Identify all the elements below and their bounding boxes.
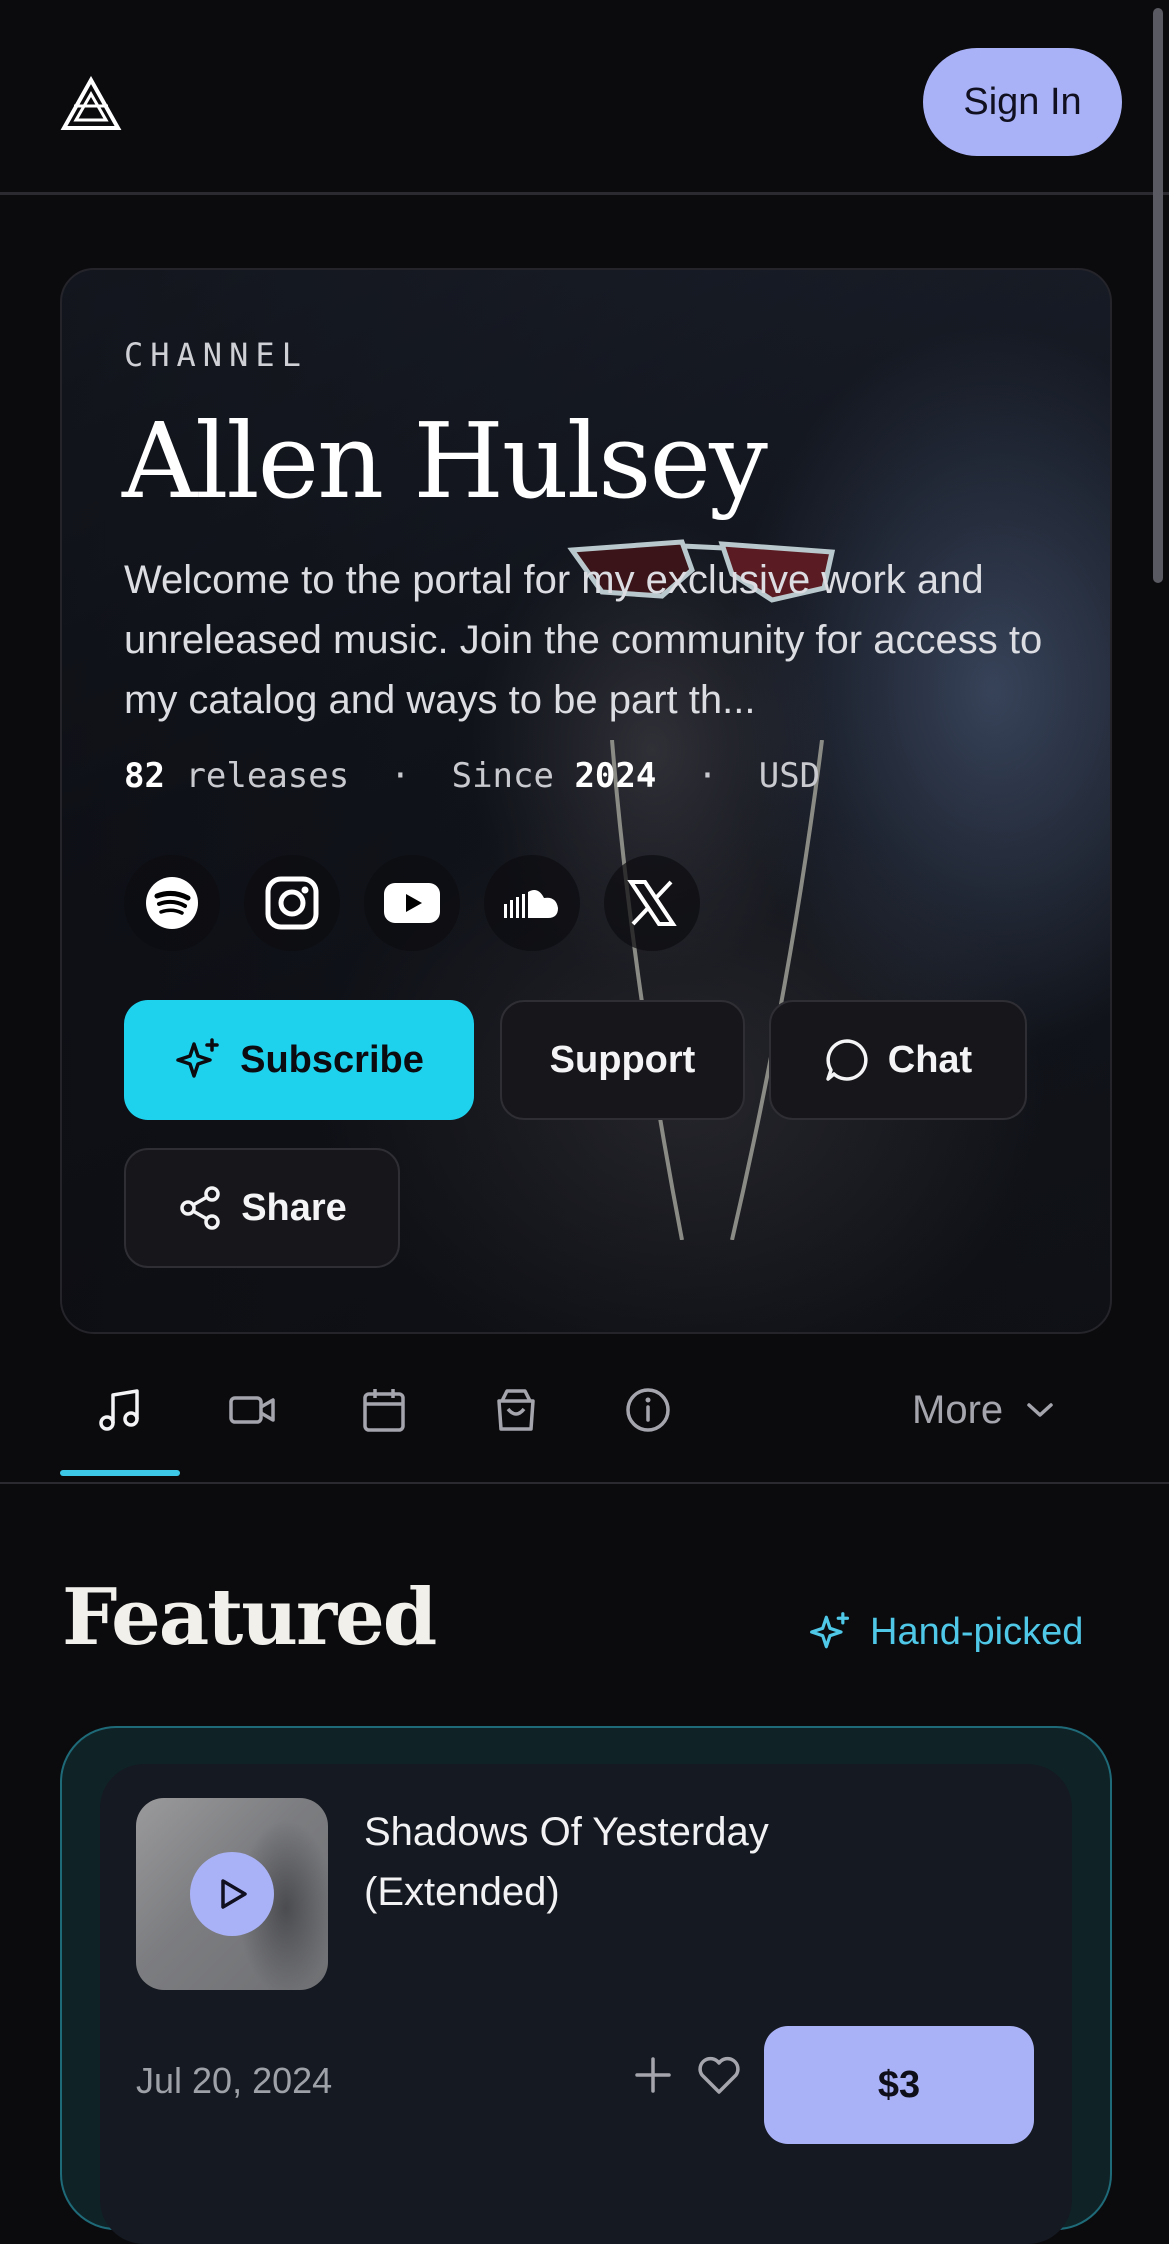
currency-label: USD (758, 756, 821, 796)
social-links (124, 855, 700, 951)
featured-card: Shadows Of Yesterday (Extended) Jul 20, … (60, 1726, 1112, 2244)
music-icon (99, 1389, 139, 1431)
chat-bubble-icon (826, 1039, 868, 1081)
tab-about[interactable] (618, 1380, 678, 1440)
hand-picked-badge: Hand-picked (808, 1610, 1083, 1654)
track-artwork (136, 1798, 328, 1990)
meta-separator: · (390, 756, 411, 796)
meta-separator: · (697, 756, 718, 796)
subscribe-label: Subscribe (240, 1038, 424, 1081)
tab-music[interactable] (90, 1380, 150, 1440)
subscribe-button[interactable]: Subscribe (124, 1000, 474, 1120)
instagram-icon (265, 876, 319, 930)
calendar-icon (363, 1389, 405, 1432)
top-bar: Sign In (0, 0, 1169, 195)
spotify-link[interactable] (124, 855, 220, 951)
track-title[interactable]: Shadows Of Yesterday (Extended) (364, 1802, 924, 1922)
featured-track-card[interactable]: Shadows Of Yesterday (Extended) Jul 20, … (100, 1764, 1072, 2244)
channel-hero-card: CHANNEL Allen Hulsey Welcome to the port… (60, 268, 1112, 1334)
sign-in-button[interactable]: Sign In (923, 48, 1122, 156)
releases-count: 82 (124, 756, 165, 796)
buy-price-button[interactable]: $3 (764, 2026, 1034, 2144)
share-label: Share (241, 1186, 347, 1229)
soundcloud-link[interactable] (484, 855, 580, 951)
youtube-link[interactable] (364, 855, 460, 951)
chat-button[interactable]: Chat (769, 1000, 1027, 1120)
share-button[interactable]: Share (124, 1148, 400, 1268)
chevron-down-icon (1027, 1403, 1053, 1417)
since-year: 2024 (574, 756, 657, 796)
channel-kicker: CHANNEL (124, 336, 308, 374)
video-icon (229, 1396, 275, 1424)
x-link[interactable] (604, 855, 700, 951)
channel-meta: 82 releases · Since 2024 · USD (124, 756, 820, 796)
channel-tabs: More (0, 1330, 1169, 1484)
artist-bio: Welcome to the portal for my exclusive w… (124, 558, 1043, 722)
hand-picked-label: Hand-picked (870, 1610, 1084, 1653)
support-label: Support (549, 1038, 696, 1081)
shop-bag-icon (497, 1389, 535, 1431)
triangle-logo-icon[interactable] (60, 76, 122, 132)
soundcloud-icon (504, 890, 558, 918)
scrollbar[interactable] (1153, 8, 1163, 583)
x-icon (627, 880, 677, 926)
artist-name: Allen Hulsey (122, 400, 768, 522)
artist-photo-chain (610, 740, 824, 1240)
featured-heading: Featured (62, 1572, 437, 1663)
tab-video[interactable] (222, 1380, 282, 1440)
play-button[interactable] (190, 1852, 274, 1936)
add-to-library-icon[interactable] (628, 2050, 678, 2100)
active-tab-indicator (60, 1470, 180, 1476)
play-icon (221, 1879, 247, 1909)
more-label: More (912, 1387, 1004, 1432)
heart-icon[interactable] (694, 2050, 744, 2100)
sparkle-icon (176, 1038, 219, 1078)
chat-label: Chat (887, 1038, 973, 1081)
more-tabs-dropdown[interactable]: More (912, 1380, 1055, 1440)
releases-label: releases (185, 756, 350, 796)
tab-events[interactable] (354, 1380, 414, 1440)
sparkle-icon (810, 1612, 850, 1649)
share-icon (180, 1186, 220, 1230)
tab-shop[interactable] (486, 1380, 546, 1440)
release-date: Jul 20, 2024 (136, 2060, 333, 2101)
instagram-link[interactable] (244, 855, 340, 951)
youtube-icon (384, 883, 440, 923)
since-label: Since (451, 756, 554, 796)
info-icon (626, 1388, 670, 1432)
support-button[interactable]: Support (500, 1000, 745, 1120)
spotify-icon (146, 877, 198, 929)
